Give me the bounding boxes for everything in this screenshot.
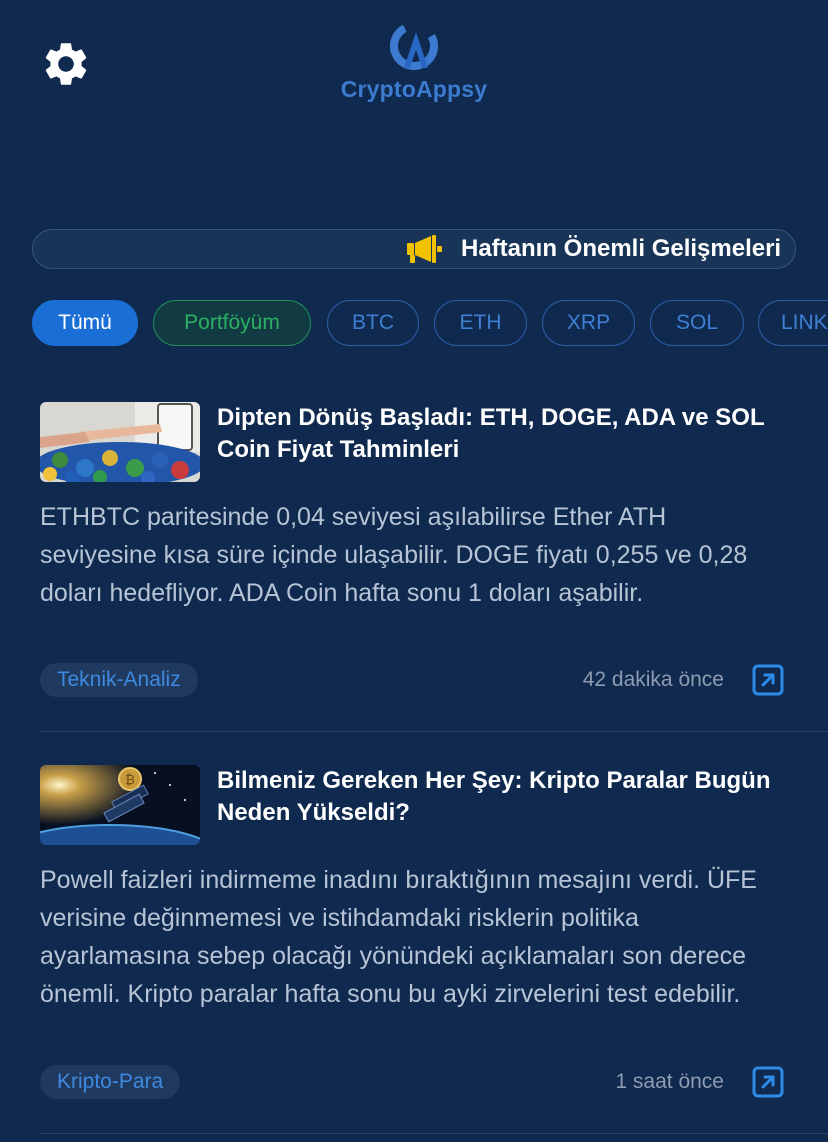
filter-chip-all[interactable]: Tümü xyxy=(32,300,138,346)
open-article-button[interactable] xyxy=(752,1066,784,1098)
divider xyxy=(40,1133,828,1134)
news-article[interactable]: ₿ Bilmeniz Gereken Her Şey: Kripto Paral… xyxy=(40,765,788,1105)
article-summary: Powell faizleri indirmeme inadını bırakt… xyxy=(40,866,757,1008)
article-thumbnail: ₿ xyxy=(40,765,200,845)
article-thumbnail xyxy=(40,402,200,482)
svg-text:₿: ₿ xyxy=(125,773,135,788)
article-tag[interactable]: Kripto-Para xyxy=(40,1065,181,1099)
article-title[interactable]: Dipten Dönüş Başladı: ETH, DOGE, ADA ve … xyxy=(217,402,777,466)
external-link-icon xyxy=(752,664,784,696)
filter-chip-btc[interactable]: BTC xyxy=(327,300,419,346)
news-ticker[interactable]: Haftanın Önemli Gelişmeleri xyxy=(32,229,796,269)
app-logo: CryptoAppsy xyxy=(314,18,514,110)
cryptoappsy-logo-icon xyxy=(390,22,438,70)
megaphone-icon xyxy=(407,235,442,263)
settings-button[interactable] xyxy=(40,38,92,90)
open-article-button[interactable] xyxy=(752,664,784,696)
filter-chip-portfolio[interactable]: Portföyüm xyxy=(153,300,311,346)
filter-chip-eth[interactable]: ETH xyxy=(434,300,527,346)
article-tag[interactable]: Teknik-Analiz xyxy=(40,663,198,697)
external-link-icon xyxy=(752,1066,784,1098)
article-summary: ETHBTC paritesinde 0,04 seviyesi aşılabi… xyxy=(40,503,748,607)
ticker-text: Haftanın Önemli Gelişmeleri xyxy=(461,235,782,262)
news-article[interactable]: Dipten Dönüş Başladı: ETH, DOGE, ADA ve … xyxy=(40,402,788,702)
brand-name: CryptoAppsy xyxy=(340,76,488,102)
filter-chip-link[interactable]: LINK xyxy=(758,300,828,346)
divider xyxy=(40,731,828,732)
article-time: 1 saat önce xyxy=(615,1070,724,1093)
gear-icon xyxy=(45,43,87,85)
filter-chip-xrp[interactable]: XRP xyxy=(542,300,635,346)
filter-chip-sol[interactable]: SOL xyxy=(650,300,744,346)
article-title[interactable]: Bilmeniz Gereken Her Şey: Kripto Paralar… xyxy=(217,765,777,829)
article-time: 42 dakika önce xyxy=(582,668,724,691)
filter-chips: Tümü Portföyüm BTC ETH XRP SOL LINK xyxy=(32,300,828,348)
